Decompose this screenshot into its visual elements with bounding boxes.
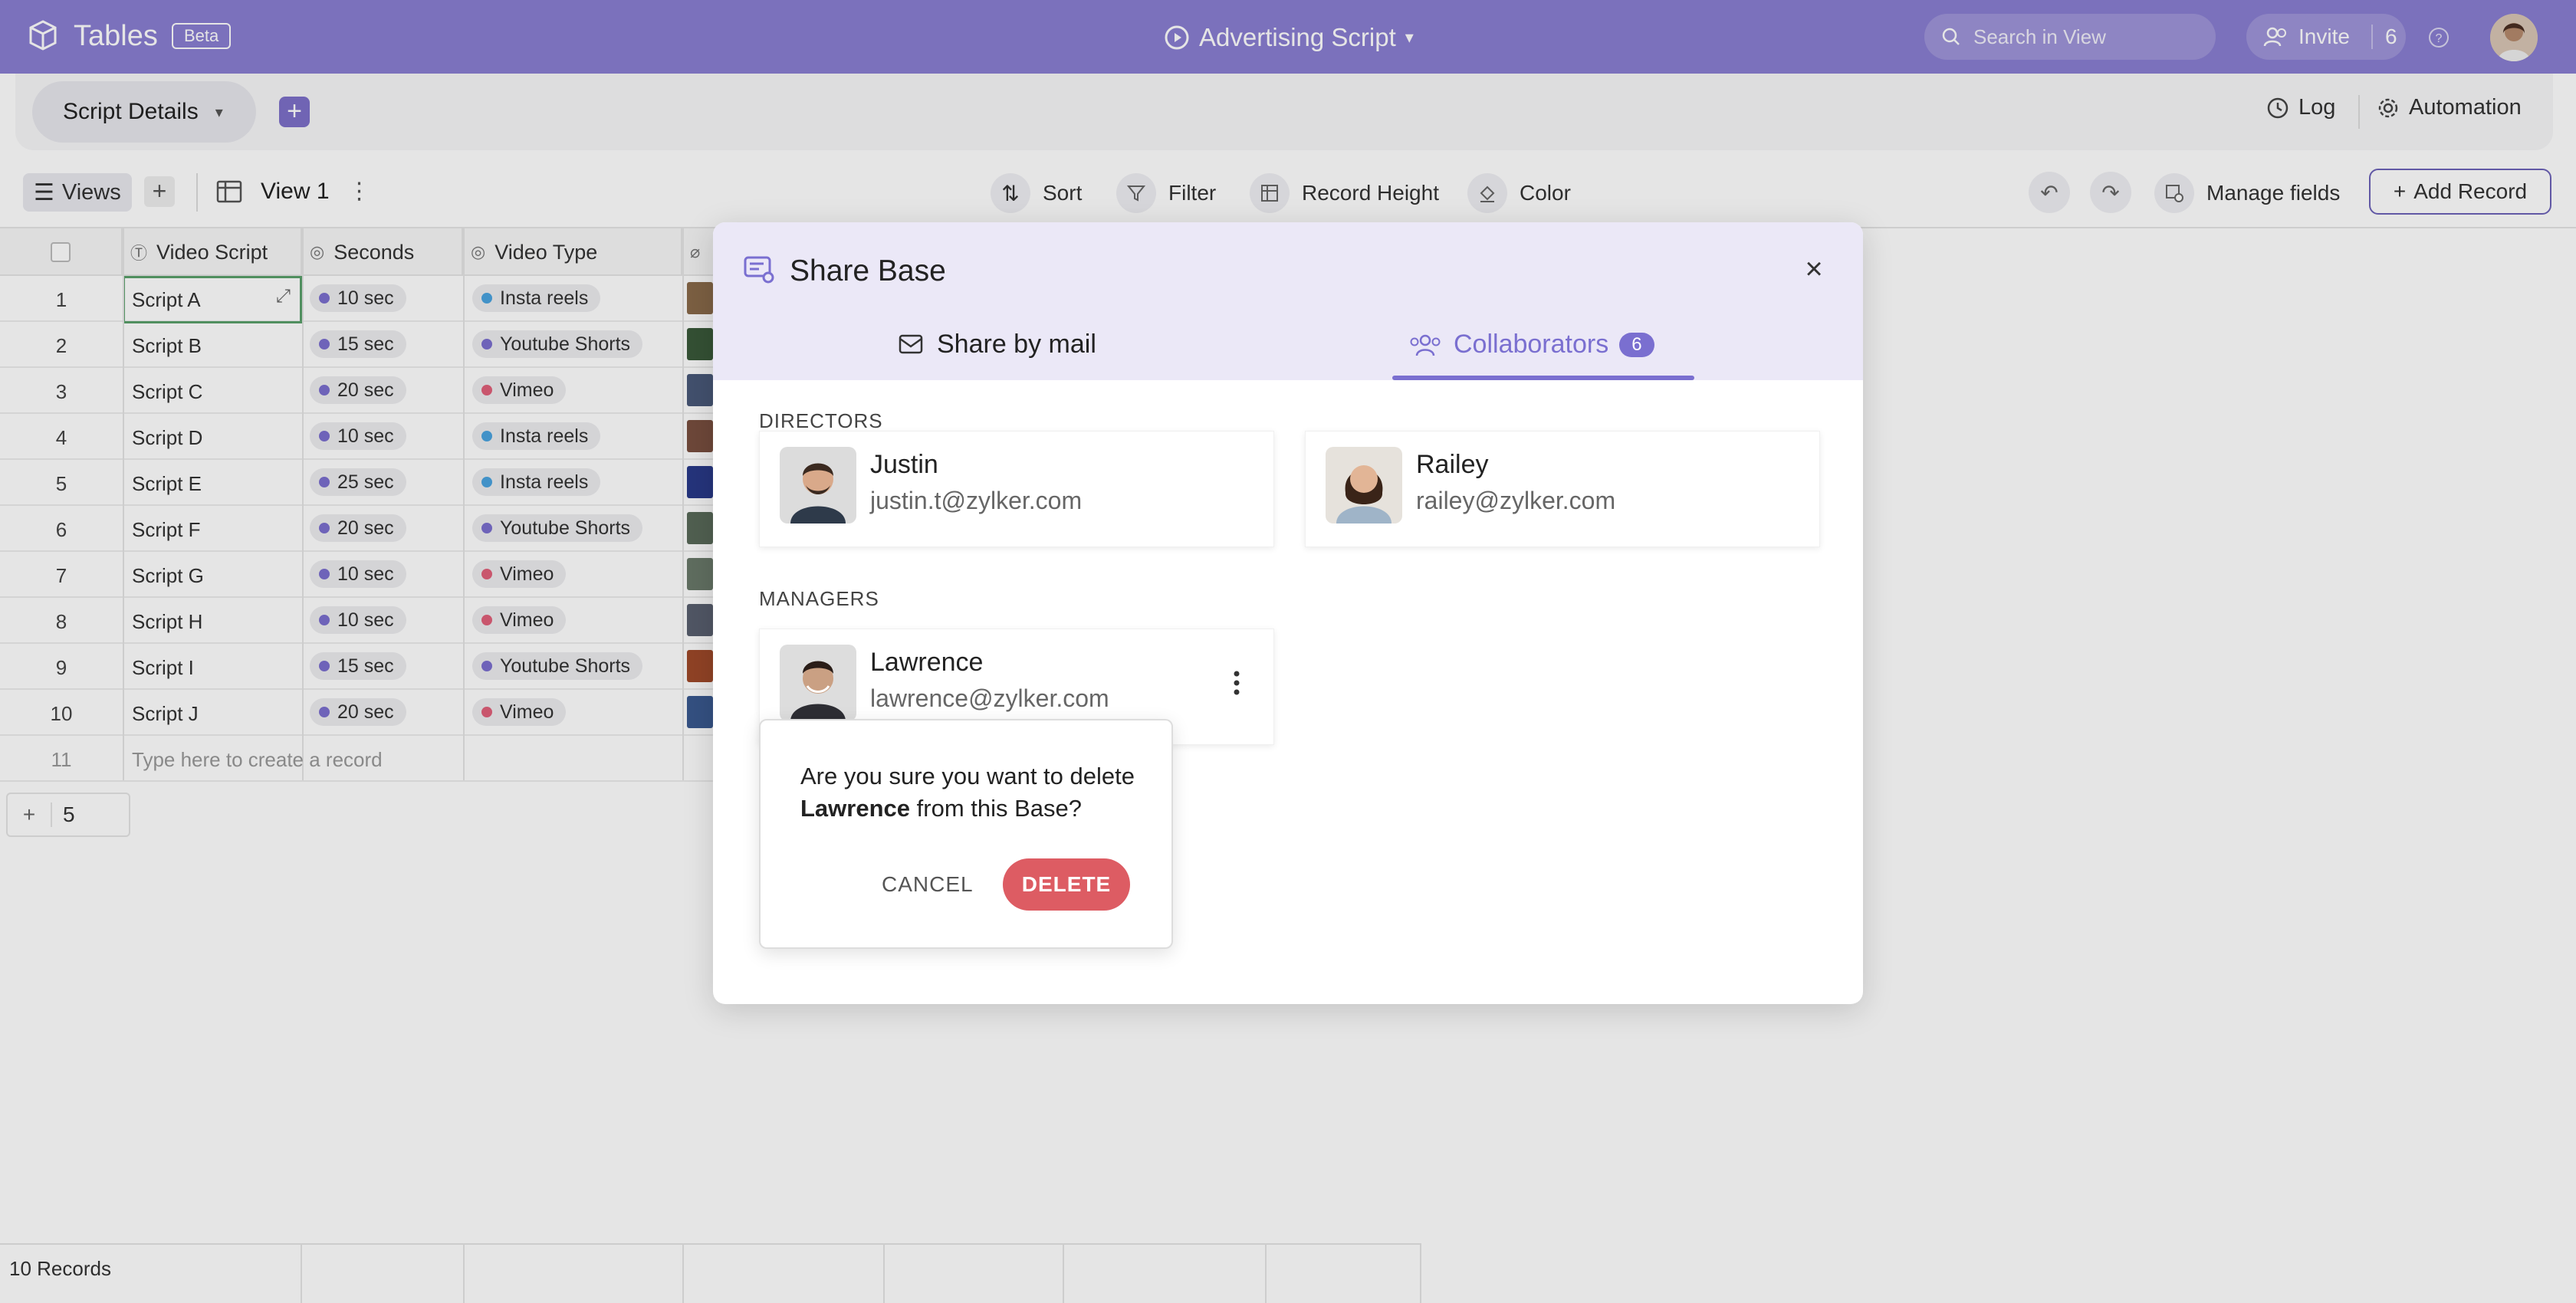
active-tab-indicator	[1392, 376, 1694, 380]
collaborator-card: Railey railey@zylker.com	[1305, 431, 1820, 547]
confirm-message: Are you sure you want to delete Lawrence…	[800, 760, 1153, 825]
mail-icon	[899, 334, 923, 353]
avatar	[780, 645, 856, 721]
close-icon[interactable]: ×	[1802, 254, 1826, 284]
delete-button[interactable]: DELETE	[1003, 858, 1130, 911]
confirm-target-name: Lawrence	[800, 795, 911, 822]
collaborator-email: justin.t@zylker.com	[870, 487, 1083, 514]
more-vertical-icon[interactable]	[1229, 668, 1244, 698]
share-icon	[744, 256, 774, 284]
collaborator-name: Lawrence	[870, 648, 984, 677]
tab-label: Collaborators	[1454, 330, 1609, 359]
collaborator-email: lawrence@zylker.com	[870, 684, 1109, 712]
avatar	[1326, 447, 1402, 523]
tab-collaborators[interactable]: Collaborators 6	[1408, 330, 1654, 359]
collaborators-count-badge: 6	[1619, 332, 1654, 357]
tab-share-by-mail[interactable]: Share by mail	[899, 330, 1096, 359]
confirm-text: Are you sure you want to delete	[800, 763, 1135, 789]
dialog-title: Share Base	[790, 254, 946, 287]
avatar	[780, 447, 856, 523]
dialog-header	[713, 222, 1863, 380]
section-directors: DIRECTORS	[759, 409, 883, 432]
delete-confirm-popover: Are you sure you want to delete Lawrence…	[759, 719, 1173, 949]
users-icon	[1410, 334, 1441, 356]
collaborator-name: Railey	[1416, 450, 1489, 479]
tab-label: Share by mail	[937, 330, 1096, 359]
section-managers: MANAGERS	[759, 587, 879, 610]
confirm-text: from this Base?	[916, 795, 1083, 822]
cancel-button[interactable]: CANCEL	[882, 872, 974, 897]
collaborator-card: Justin justin.t@zylker.com	[759, 431, 1274, 547]
collaborator-email: railey@zylker.com	[1416, 487, 1616, 514]
collaborator-name: Justin	[870, 450, 938, 479]
